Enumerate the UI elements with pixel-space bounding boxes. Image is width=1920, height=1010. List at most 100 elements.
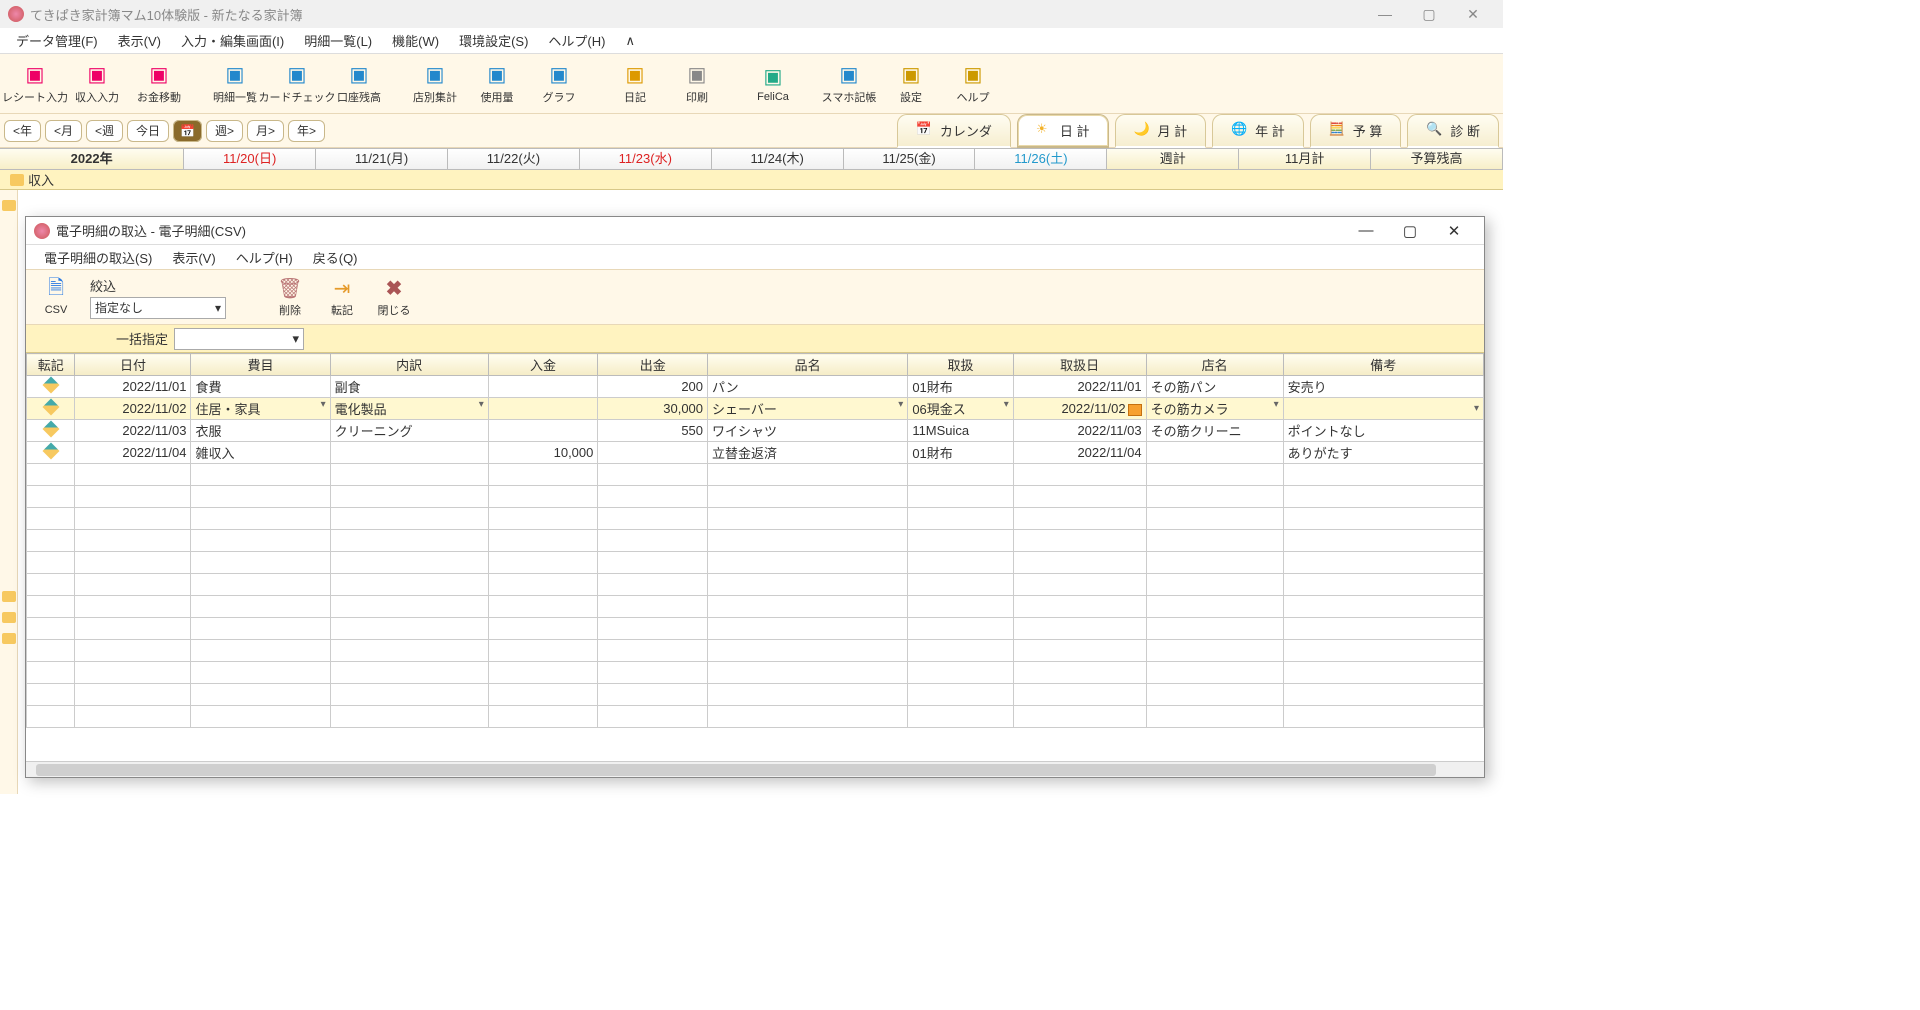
table-row[interactable] [27, 684, 1484, 706]
delete-button[interactable]: 🗑 削除 [264, 269, 316, 325]
column-header[interactable]: 入金 [488, 354, 598, 376]
table-row[interactable] [27, 574, 1484, 596]
view-tab[interactable]: 🌙月 計 [1115, 114, 1207, 148]
column-header[interactable]: 備考 [1283, 354, 1483, 376]
dialog-minimize-button[interactable]: ― [1344, 217, 1388, 245]
column-header[interactable]: 内訳 [330, 354, 488, 376]
toolbar-button[interactable]: ▣FeliCa [742, 56, 804, 112]
toolbar-button[interactable]: ▣使用量 [466, 56, 528, 112]
column-header[interactable]: 費目 [191, 354, 330, 376]
menu-item[interactable]: 電子明細の取込(S) [34, 246, 162, 269]
folder-icon[interactable] [2, 612, 16, 623]
csv-grid[interactable]: 転記日付費目内訳入金出金品名取扱取扱日店名備考 2022/11/01 食費 副食… [26, 353, 1484, 761]
view-tab[interactable]: 🔍診 断 [1407, 114, 1499, 148]
view-tab[interactable]: 🌐年 計 [1212, 114, 1304, 148]
income-row[interactable]: 収入 [0, 170, 1503, 190]
menu-item[interactable]: 戻る(Q) [303, 246, 368, 269]
date-cell[interactable]: 週計 [1107, 149, 1239, 169]
calendar-icon[interactable] [1128, 404, 1142, 416]
scrollbar-thumb[interactable] [36, 764, 1436, 776]
date-cell[interactable]: 2022年 [0, 149, 184, 169]
toolbar-button[interactable]: ▣口座残高 [328, 56, 390, 112]
folder-icon[interactable] [2, 200, 16, 211]
folder-icon[interactable] [2, 591, 16, 602]
date-cell[interactable]: 予算残高 [1371, 149, 1503, 169]
date-cell[interactable]: 11/24(木) [712, 149, 844, 169]
column-header[interactable]: 店名 [1146, 354, 1283, 376]
table-row[interactable] [27, 530, 1484, 552]
batch-select[interactable]: ▾ [174, 328, 304, 350]
toolbar-button[interactable]: ▣明細一覧 [204, 56, 266, 112]
table-row[interactable]: 2022/11/02 住居・家具▾ 電化製品▾ 30,000 シェーバー▾ 06… [27, 398, 1484, 420]
column-header[interactable]: 取扱日 [1013, 354, 1146, 376]
table-row[interactable] [27, 640, 1484, 662]
column-header[interactable]: 取扱 [908, 354, 1013, 376]
column-header[interactable]: 転記 [27, 354, 75, 376]
menu-item[interactable]: ヘルプ(H) [538, 28, 615, 53]
nav-button[interactable]: 週> [206, 120, 243, 142]
menu-item[interactable]: 環境設定(S) [449, 28, 538, 53]
table-row[interactable] [27, 552, 1484, 574]
menu-item[interactable]: 機能(W) [382, 28, 449, 53]
column-header[interactable]: 品名 [708, 354, 908, 376]
nav-button[interactable]: 📅 [173, 120, 202, 142]
edit-cell[interactable] [27, 420, 75, 442]
table-row[interactable]: 2022/11/01 食費 副食 200 パン 01財布 2022/11/01 … [27, 376, 1484, 398]
table-row[interactable] [27, 508, 1484, 530]
nav-button[interactable]: 今日 [127, 120, 169, 142]
edit-cell[interactable] [27, 376, 75, 398]
menu-item[interactable]: ヘルプ(H) [226, 246, 303, 269]
table-row[interactable]: 2022/11/04 雑収入 10,000 立替金返済 01財布 2022/11… [27, 442, 1484, 464]
menu-item[interactable]: 入力・編集画面(I) [171, 28, 294, 53]
date-cell[interactable]: 11/25(金) [844, 149, 976, 169]
view-tab[interactable]: 🧮予 算 [1310, 114, 1402, 148]
dialog-close-button[interactable]: ✕ [1432, 217, 1476, 245]
nav-button[interactable]: <週 [86, 120, 123, 142]
nav-button[interactable]: <年 [4, 120, 41, 142]
horizontal-scrollbar[interactable] [26, 761, 1484, 777]
toolbar-button[interactable]: ▣カードチェック [266, 56, 328, 112]
edit-cell[interactable] [27, 442, 75, 464]
maximize-button[interactable]: ▢ [1407, 0, 1451, 28]
date-cell[interactable]: 11/23(水) [580, 149, 712, 169]
table-row[interactable] [27, 618, 1484, 640]
transfer-button[interactable]: ⇥ 転記 [316, 269, 368, 325]
toolbar-button[interactable]: ▣設定 [880, 56, 942, 112]
edit-cell[interactable] [27, 398, 75, 420]
nav-button[interactable]: <月 [45, 120, 82, 142]
toolbar-button[interactable]: ▣収入入力 [66, 56, 128, 112]
view-tab[interactable]: ☀日 計 [1017, 114, 1109, 148]
menu-item[interactable]: 表示(V) [162, 246, 225, 269]
table-row[interactable] [27, 662, 1484, 684]
table-row[interactable] [27, 486, 1484, 508]
toolbar-button[interactable]: ▣日記 [604, 56, 666, 112]
menu-item[interactable]: データ管理(F) [6, 28, 108, 53]
minimize-button[interactable]: ― [1363, 0, 1407, 28]
date-cell[interactable]: 11/21(月) [316, 149, 448, 169]
close-tool-button[interactable]: ✖ 閉じる [368, 269, 420, 325]
toolbar-button[interactable]: ▣グラフ [528, 56, 590, 112]
date-cell[interactable]: 11/22(火) [448, 149, 580, 169]
nav-button[interactable]: 月> [247, 120, 284, 142]
dialog-maximize-button[interactable]: ▢ [1388, 217, 1432, 245]
filter-select[interactable]: 指定なし ▾ [90, 297, 226, 319]
menu-item[interactable]: 明細一覧(L) [294, 28, 382, 53]
table-row[interactable]: 2022/11/03 衣服 クリーニング 550 ワイシャツ 11MSuica … [27, 420, 1484, 442]
toolbar-button[interactable]: ▣スマホ記帳 [818, 56, 880, 112]
toolbar-button[interactable]: ▣レシート入力 [4, 56, 66, 112]
table-row[interactable] [27, 706, 1484, 728]
table-row[interactable] [27, 464, 1484, 486]
column-header[interactable]: 日付 [75, 354, 191, 376]
nav-button[interactable]: 年> [288, 120, 325, 142]
column-header[interactable]: 出金 [598, 354, 708, 376]
toolbar-button[interactable]: ▣店別集計 [404, 56, 466, 112]
menu-item[interactable]: ∧ [615, 30, 645, 52]
menu-item[interactable]: 表示(V) [108, 28, 171, 53]
date-cell[interactable]: 11/20(日) [184, 149, 316, 169]
close-button[interactable]: ✕ [1451, 0, 1495, 28]
date-cell[interactable]: 11/26(土) [975, 149, 1107, 169]
toolbar-button[interactable]: ▣お金移動 [128, 56, 190, 112]
view-tab[interactable]: 📅カレンダ [897, 114, 1011, 148]
folder-icon[interactable] [2, 633, 16, 644]
toolbar-button[interactable]: ▣ヘルプ [942, 56, 1004, 112]
